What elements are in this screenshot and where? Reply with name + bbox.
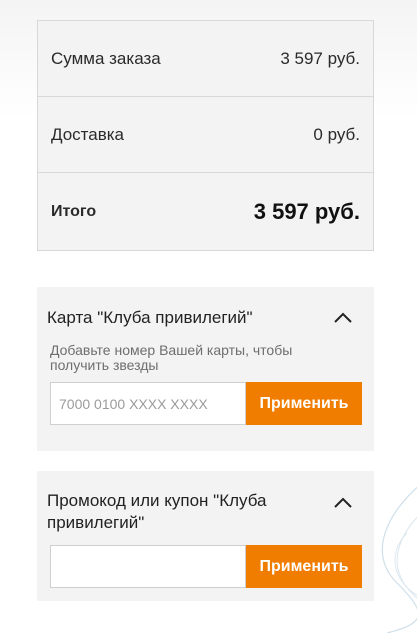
summary-row-order-sum: Сумма заказа 3 597 руб. (38, 21, 373, 97)
order-sum-label: Сумма заказа (51, 48, 161, 68)
promo-code-panel: Промокод или купон "Клуба привилегий" Пр… (37, 471, 374, 601)
chevron-up-icon[interactable] (332, 307, 354, 329)
total-label: Итого (51, 202, 97, 220)
loyalty-card-panel: Карта "Клуба привилегий" Добавьте номер … (37, 287, 374, 451)
loyalty-card-apply-button[interactable]: Применить (246, 382, 362, 425)
order-summary: Сумма заказа 3 597 руб. Доставка 0 руб. … (37, 20, 374, 251)
promo-code-input-group: Применить (50, 545, 362, 588)
delivery-label: Доставка (51, 124, 125, 144)
promo-code-apply-button[interactable]: Применить (246, 545, 362, 588)
loyalty-card-input-group: Применить (50, 382, 362, 425)
order-sum-value: 3 597 руб. (280, 48, 360, 68)
loyalty-card-hint: Добавьте номер Вашей карты, чтобы получи… (50, 342, 293, 373)
loyalty-card-number-input[interactable] (50, 382, 246, 425)
chevron-up-icon[interactable] (332, 492, 354, 514)
delivery-value: 0 руб. (313, 124, 360, 144)
summary-row-total: Итого 3 597 руб. (38, 173, 373, 250)
promo-code-input[interactable] (50, 545, 246, 588)
loyalty-card-title[interactable]: Карта "Клуба привилегий" (47, 307, 307, 329)
total-value: 3 597 руб. (253, 198, 360, 224)
promo-code-title[interactable]: Промокод или купон "Клуба привилегий" (47, 490, 317, 534)
summary-row-delivery: Доставка 0 руб. (38, 97, 373, 173)
